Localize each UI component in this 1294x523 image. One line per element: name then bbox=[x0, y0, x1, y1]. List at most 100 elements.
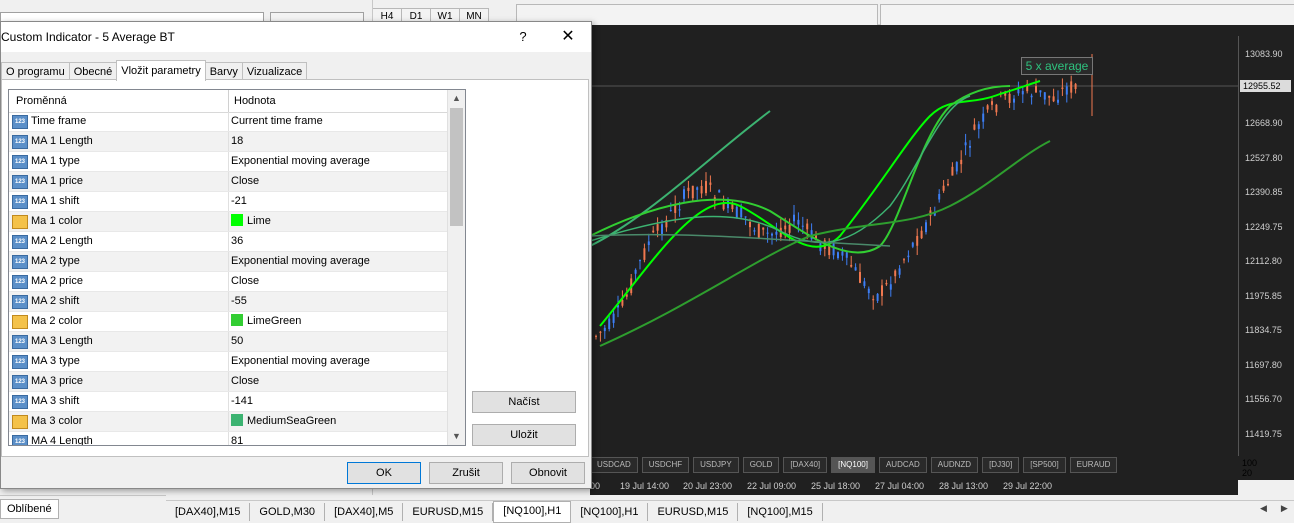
candle-body bbox=[1057, 99, 1059, 103]
price-tick-label: 12390.85 bbox=[1245, 187, 1283, 197]
table-row[interactable]: Ma 2 color LimeGreen bbox=[9, 312, 447, 332]
price-chart[interactable] bbox=[590, 36, 1238, 456]
chart-tab[interactable]: GOLD,M30 bbox=[250, 503, 326, 521]
ok-button[interactable]: OK bbox=[347, 462, 421, 484]
column-header-variable[interactable]: Proměnná bbox=[16, 95, 67, 107]
candle-body bbox=[973, 124, 976, 130]
color-param-icon bbox=[12, 415, 28, 429]
dialog-titlebar[interactable]: Custom Indicator - 5 Average BT ? ✕ bbox=[1, 22, 591, 52]
table-scrollbar[interactable]: ▲ ▼ bbox=[447, 90, 465, 445]
table-row[interactable]: 123 MA 3 price Close bbox=[9, 372, 447, 392]
table-row[interactable]: 123 MA 2 shift -55 bbox=[9, 292, 447, 312]
table-row[interactable]: 123 MA 1 price Close bbox=[9, 172, 447, 192]
load-button[interactable]: Načíst bbox=[472, 391, 576, 413]
table-row[interactable]: 123 MA 3 type Exponential moving average bbox=[9, 352, 447, 372]
parameter-value[interactable]: 18 bbox=[231, 135, 243, 147]
symbol-button[interactable]: [DAX40] bbox=[783, 457, 828, 473]
symbol-button[interactable]: [SP500] bbox=[1023, 457, 1066, 473]
column-divider bbox=[228, 252, 229, 271]
table-row[interactable]: 123 MA 1 type Exponential moving average bbox=[9, 152, 447, 172]
scroll-thumb[interactable] bbox=[450, 108, 463, 226]
chart-tab[interactable]: EURUSD,M15 bbox=[648, 503, 739, 521]
chart-tab[interactable]: [NQ100],M15 bbox=[738, 503, 823, 521]
table-row[interactable]: 123 MA 3 Length 50 bbox=[9, 332, 447, 352]
candle-body bbox=[718, 190, 721, 193]
parameter-value[interactable]: Close bbox=[231, 375, 259, 387]
parameter-value[interactable]: Exponential moving average bbox=[231, 355, 370, 367]
column-header-value[interactable]: Hodnota bbox=[234, 95, 276, 107]
candle-body bbox=[727, 200, 729, 209]
table-row[interactable]: Ma 1 color Lime bbox=[9, 212, 447, 232]
close-icon[interactable]: ✕ bbox=[555, 27, 581, 47]
date-axis: 00 19 Jul 14:00 20 Jul 23:00 22 Jul 09:00 25… bbox=[590, 477, 1238, 495]
parameter-value[interactable]: -55 bbox=[231, 295, 247, 307]
candle-body bbox=[854, 267, 857, 271]
numeric-param-icon: 123 bbox=[12, 135, 28, 149]
parameter-value[interactable]: -21 bbox=[231, 195, 247, 207]
table-row[interactable]: 123 MA 2 Length 36 bbox=[9, 232, 447, 252]
symbol-button[interactable]: [DJ30] bbox=[982, 457, 1020, 473]
symbol-button[interactable]: GOLD bbox=[742, 457, 780, 473]
numeric-param-icon: 123 bbox=[12, 195, 28, 209]
symbol-button[interactable]: [NQ100] bbox=[831, 457, 875, 473]
parameter-value[interactable]: Exponential moving average bbox=[231, 255, 370, 267]
table-row[interactable]: 123 MA 4 Length 81 bbox=[9, 432, 447, 445]
parameter-value[interactable]: Exponential moving average bbox=[231, 155, 370, 167]
candle-body bbox=[744, 216, 747, 218]
symbol-button[interactable]: AUDCAD bbox=[878, 457, 927, 473]
reset-button[interactable]: Obnovit bbox=[511, 462, 585, 484]
cancel-button[interactable]: Zrušit bbox=[429, 462, 503, 484]
chart-tab[interactable]: EURUSD,M15 bbox=[403, 503, 494, 521]
table-row[interactable]: 123 Time frame Current time frame bbox=[9, 112, 447, 132]
chart-tab[interactable]: [DAX40],M15 bbox=[166, 503, 251, 521]
price-tick-label: 11419.75 bbox=[1245, 428, 1282, 439]
parameter-name: MA 2 price bbox=[31, 275, 83, 287]
parameter-value[interactable]: 50 bbox=[231, 335, 243, 347]
chart-tab[interactable]: [NQ100],H1 bbox=[493, 501, 572, 523]
help-button[interactable]: ? bbox=[513, 27, 533, 47]
symbol-button[interactable]: AUDNZD bbox=[930, 457, 979, 473]
parameter-value[interactable]: MediumSeaGreen bbox=[231, 414, 337, 427]
parameter-value[interactable]: 36 bbox=[231, 235, 243, 247]
parameter-value[interactable]: -141 bbox=[231, 395, 253, 407]
tab-vlo-it-parametry[interactable]: Vložit parametry bbox=[116, 60, 206, 81]
tab-scroll-arrows[interactable]: ◀▶ bbox=[1260, 503, 1294, 514]
table-row[interactable]: 123 MA 2 price Close bbox=[9, 272, 447, 292]
parameter-value[interactable]: Close bbox=[231, 275, 259, 287]
save-button[interactable]: Uložit bbox=[472, 424, 576, 446]
chart-tab[interactable]: [NQ100],H1 bbox=[571, 503, 649, 521]
parameter-value-text: MediumSeaGreen bbox=[247, 415, 337, 427]
symbol-button[interactable]: USDCAD bbox=[590, 457, 638, 473]
symbol-button[interactable]: USDCHF bbox=[641, 457, 690, 473]
candle-body bbox=[656, 224, 659, 231]
symbol-button[interactable]: USDJPY bbox=[693, 457, 739, 473]
table-row[interactable]: 123 MA 3 shift -141 bbox=[9, 392, 447, 412]
candle-body bbox=[766, 232, 769, 234]
candle-body bbox=[669, 209, 672, 211]
parameter-value[interactable]: 81 bbox=[231, 435, 243, 445]
table-row[interactable]: 123 MA 1 Length 18 bbox=[9, 132, 447, 152]
scale-label: 20 bbox=[1242, 468, 1253, 478]
dialog-tabs: O programu Obecné Vložit parametry Barvy Viz… bbox=[1, 60, 308, 81]
candle-body bbox=[1074, 83, 1077, 90]
scroll-down-icon[interactable]: ▼ bbox=[448, 428, 465, 445]
table-row[interactable]: Ma 3 color MediumSeaGreen bbox=[9, 412, 447, 432]
toolbar-area-right bbox=[880, 4, 1294, 25]
parameter-value[interactable]: Lime bbox=[231, 214, 271, 227]
scroll-up-icon[interactable]: ▲ bbox=[448, 90, 465, 107]
parameter-value[interactable]: Current time frame bbox=[231, 115, 323, 127]
table-row[interactable]: 123 MA 1 shift -21 bbox=[9, 192, 447, 212]
price-axis[interactable]: 13083.9012805.8512668.9012527.8012390.85… bbox=[1238, 36, 1294, 456]
symbol-button[interactable]: EURAUD bbox=[1069, 457, 1118, 473]
table-row[interactable]: 123 MA 2 type Exponential moving average bbox=[9, 252, 447, 272]
moving-average-line bbox=[590, 95, 971, 244]
parameter-value[interactable]: Close bbox=[231, 175, 259, 187]
favorites-tab[interactable]: Oblíbené bbox=[0, 499, 59, 519]
date-tick-label: 27 Jul 04:00 bbox=[875, 481, 925, 491]
parameter-value[interactable]: LimeGreen bbox=[231, 314, 301, 327]
date-tick-label: 28 Jul 13:00 bbox=[939, 481, 989, 491]
chart-tab[interactable]: [DAX40],M5 bbox=[325, 503, 404, 521]
column-divider[interactable] bbox=[228, 90, 229, 112]
price-tick-label: 11556.70 bbox=[1245, 394, 1282, 404]
candle-body bbox=[696, 187, 699, 190]
